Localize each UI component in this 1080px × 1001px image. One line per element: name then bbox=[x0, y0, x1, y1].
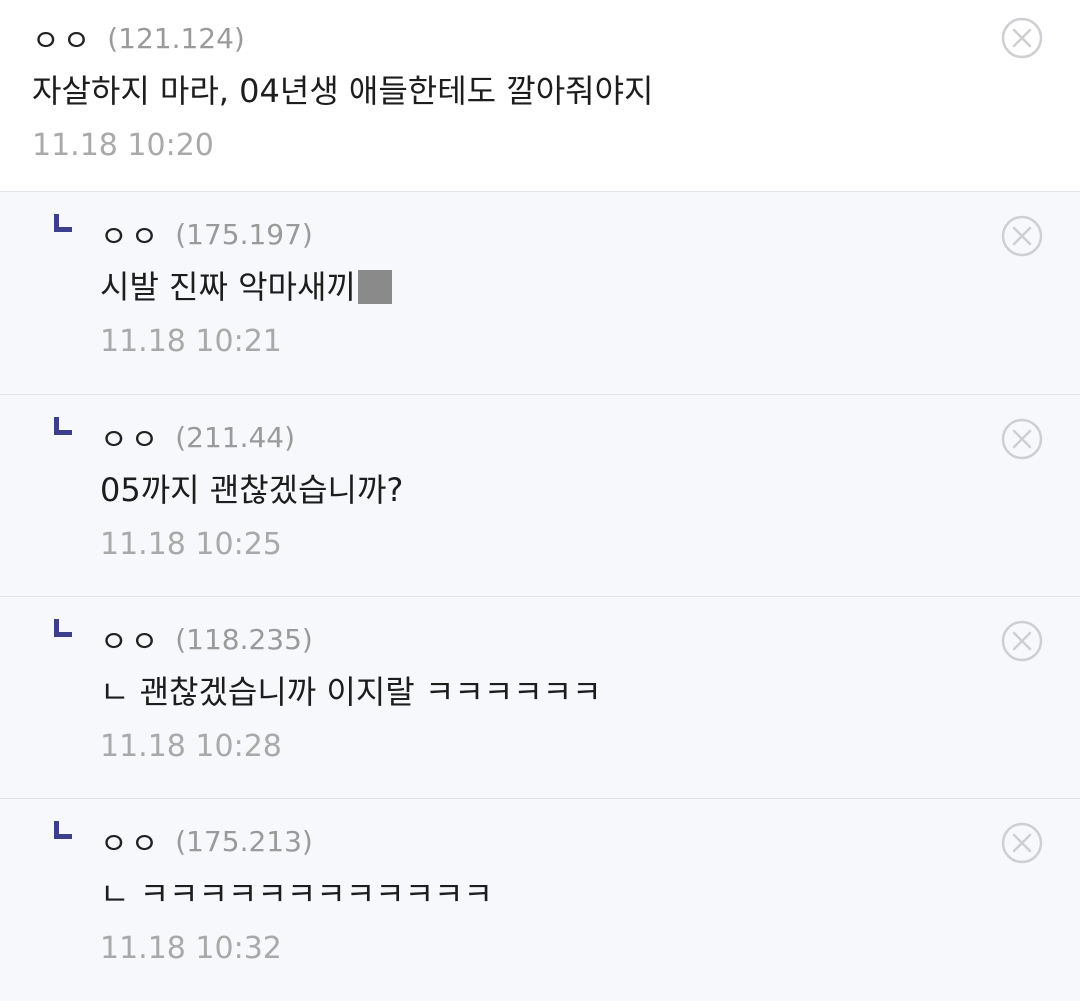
comment-text-wrap: 시발 진짜 악마새끼 bbox=[100, 262, 1080, 316]
author-ip: (175.197) bbox=[175, 217, 313, 251]
comment-timestamp: 11.18 10:32 bbox=[100, 931, 282, 966]
comment-timestamp: 11.18 10:25 bbox=[100, 527, 282, 562]
author-ip: (118.235) bbox=[175, 622, 313, 656]
reply-item: ㅇㅇ (118.235) ㄴ 괜찮겠습니까 이지랄 ㅋㅋㅋㅋㅋㅋ 11.18 1… bbox=[0, 597, 1080, 799]
comment-meta: ㅇㅇ (211.44) bbox=[100, 415, 1080, 459]
author-nickname[interactable]: ㅇㅇ bbox=[100, 212, 161, 256]
delete-icon[interactable] bbox=[1000, 16, 1044, 60]
comment-text: ㄴ ㅋㅋㅋㅋㅋㅋㅋㅋㅋㅋㅋㅋ bbox=[100, 875, 493, 913]
comment-meta: ㅇㅇ (175.213) bbox=[100, 819, 1080, 863]
comment-timestamp: 11.18 10:21 bbox=[100, 324, 282, 359]
delete-icon[interactable] bbox=[1000, 619, 1044, 663]
author-ip: (211.44) bbox=[175, 420, 296, 454]
delete-icon[interactable] bbox=[1000, 214, 1044, 258]
reply-arrow-icon bbox=[52, 821, 72, 839]
comment-list: ㅇㅇ (121.124) 자살하지 마라, 04년생 애들한테도 깔아줘야지 1… bbox=[0, 0, 1080, 1001]
comment-text: 시발 진짜 악마새끼 bbox=[100, 268, 356, 306]
comment-text: 자살하지 마라, 04년생 애들한테도 깔아줘야지 bbox=[32, 72, 654, 110]
comment-timestamp: 11.18 10:20 bbox=[32, 128, 214, 163]
reply-arrow-icon bbox=[52, 619, 72, 637]
censor-block bbox=[357, 270, 392, 304]
reply-arrow-icon bbox=[52, 417, 72, 435]
reply-item: ㅇㅇ (175.213) ㄴ ㅋㅋㅋㅋㅋㅋㅋㅋㅋㅋㅋㅋ 11.18 10:32 bbox=[0, 799, 1080, 1001]
comment-meta: ㅇㅇ (121.124) bbox=[32, 16, 1080, 60]
delete-icon[interactable] bbox=[1000, 417, 1044, 461]
author-ip: (121.124) bbox=[107, 21, 245, 55]
comment-text: ㄴ 괜찮겠습니까 이지랄 ㅋㅋㅋㅋㅋㅋ bbox=[100, 673, 602, 711]
author-nickname[interactable]: ㅇㅇ bbox=[32, 16, 93, 60]
reply-item: ㅇㅇ (211.44) 05까지 괜찮겠습니까? 11.18 10:25 bbox=[0, 395, 1080, 597]
author-ip: (175.213) bbox=[175, 824, 313, 858]
author-nickname[interactable]: ㅇㅇ bbox=[100, 819, 161, 863]
reply-arrow-icon bbox=[52, 214, 72, 232]
reply-item: ㅇㅇ (175.197) 시발 진짜 악마새끼 11.18 10:21 bbox=[0, 192, 1080, 395]
author-nickname[interactable]: ㅇㅇ bbox=[100, 415, 161, 459]
comment-text: 05까지 괜찮겠습니까? bbox=[100, 471, 404, 509]
comment-meta: ㅇㅇ (175.197) bbox=[100, 212, 1080, 256]
comment-meta: ㅇㅇ (118.235) bbox=[100, 617, 1080, 661]
comment-item: ㅇㅇ (121.124) 자살하지 마라, 04년생 애들한테도 깔아줘야지 1… bbox=[0, 0, 1080, 192]
delete-icon[interactable] bbox=[1000, 821, 1044, 865]
comment-timestamp: 11.18 10:28 bbox=[100, 729, 282, 764]
author-nickname[interactable]: ㅇㅇ bbox=[100, 617, 161, 661]
